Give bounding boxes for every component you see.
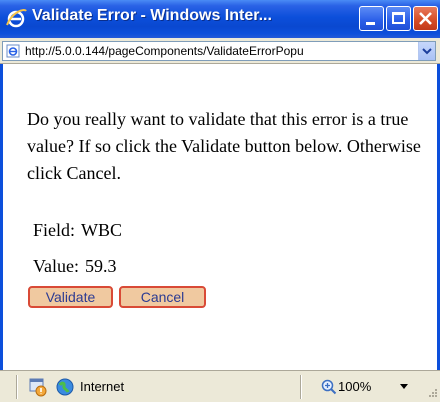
chevron-down-icon (422, 48, 432, 55)
status-separator (300, 375, 302, 399)
ie-page-icon (6, 44, 20, 58)
ie-icon (6, 9, 27, 28)
close-icon (419, 12, 432, 25)
field-value: WBC (81, 220, 123, 240)
zoom-level[interactable]: 100% (338, 379, 371, 394)
address-bar: http://5.0.0.144/pageComponents/Validate… (0, 38, 440, 64)
maximize-icon (392, 12, 405, 24)
dialog-content: Do you really want to validate that this… (0, 64, 440, 370)
zoom-dropdown-icon[interactable] (400, 384, 408, 390)
globe-icon (56, 378, 74, 396)
address-dropdown-button[interactable] (418, 42, 435, 60)
minimize-icon (366, 22, 375, 25)
field-row: Field: WBC (33, 220, 122, 241)
field-label: Field: (33, 220, 76, 240)
validate-button[interactable]: Validate (28, 286, 113, 308)
close-button[interactable] (413, 6, 438, 31)
window-title: Validate Error - Windows Inter... (32, 7, 272, 24)
maximize-button[interactable] (386, 6, 411, 31)
zoom-icon (321, 379, 337, 395)
window-titlebar[interactable]: Validate Error - Windows Inter... (0, 0, 440, 38)
confirmation-message: Do you really want to validate that this… (27, 109, 421, 183)
value-value: 59.3 (84, 256, 117, 276)
status-bar: Internet 100% (0, 370, 440, 402)
address-field[interactable]: http://5.0.0.144/pageComponents/Validate… (2, 41, 436, 61)
minimize-button[interactable] (359, 6, 384, 31)
cancel-button[interactable]: Cancel (119, 286, 206, 308)
value-row: Value: 59.3 (33, 256, 116, 277)
resize-grip-icon[interactable] (426, 388, 438, 400)
security-zone-label: Internet (80, 379, 125, 394)
security-warning-icon[interactable] (28, 377, 48, 397)
url-text: http://5.0.0.144/pageComponents/Validate… (25, 44, 304, 58)
status-separator (16, 375, 18, 399)
value-label: Value: (33, 256, 79, 276)
